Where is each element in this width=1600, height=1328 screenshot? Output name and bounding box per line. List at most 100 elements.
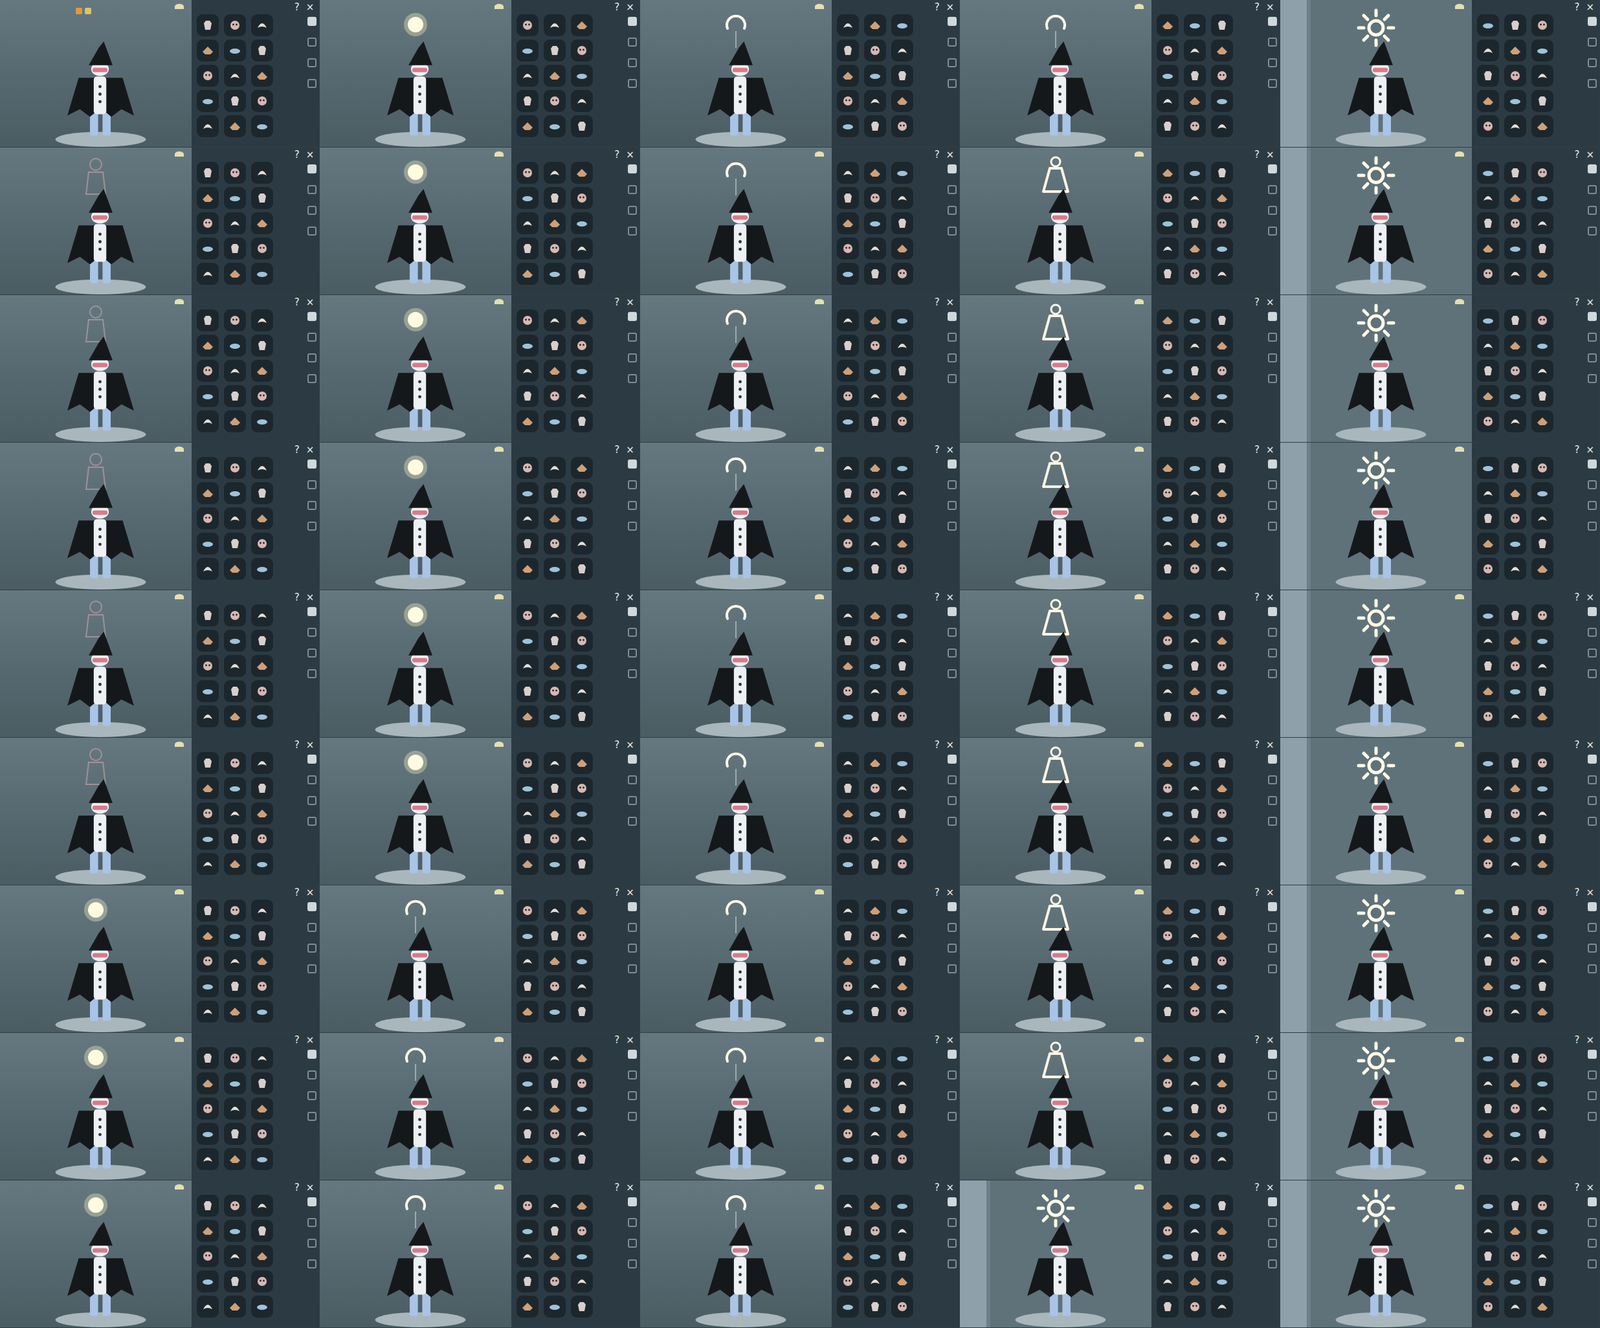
item-slot[interactable] xyxy=(516,1148,539,1171)
item-slot[interactable] xyxy=(251,924,274,947)
item-slot[interactable] xyxy=(1156,950,1179,973)
help-button[interactable]: ? xyxy=(1574,148,1580,162)
item-slot[interactable] xyxy=(570,262,593,285)
item-slot[interactable] xyxy=(864,385,887,408)
item-slot[interactable] xyxy=(1211,309,1234,332)
category-icon[interactable] xyxy=(1267,459,1278,469)
item-slot[interactable] xyxy=(223,64,246,87)
category-icon[interactable] xyxy=(627,1218,637,1228)
item-slot[interactable] xyxy=(1477,309,1500,332)
item-slot[interactable] xyxy=(1531,309,1554,332)
item-slot[interactable] xyxy=(891,777,914,800)
item-slot[interactable] xyxy=(543,237,566,260)
item-slot[interactable] xyxy=(516,89,539,112)
close-button[interactable]: × xyxy=(625,591,635,605)
item-slot[interactable] xyxy=(1531,1148,1554,1171)
item-slot[interactable] xyxy=(864,89,887,112)
item-slot[interactable] xyxy=(516,1295,539,1318)
item-slot[interactable] xyxy=(1156,1148,1179,1171)
close-button[interactable]: × xyxy=(625,739,635,753)
item-slot[interactable] xyxy=(864,482,887,505)
item-slot[interactable] xyxy=(1183,14,1206,37)
item-slot[interactable] xyxy=(1504,1122,1527,1145)
category-icon[interactable] xyxy=(1267,205,1278,215)
item-slot[interactable] xyxy=(570,1122,593,1145)
category-icon[interactable] xyxy=(947,78,957,89)
help-button[interactable]: ? xyxy=(294,296,300,310)
item-slot[interactable] xyxy=(516,1047,539,1070)
category-icon[interactable] xyxy=(627,332,637,342)
item-slot[interactable] xyxy=(196,1245,219,1268)
item-slot[interactable] xyxy=(543,1295,566,1318)
item-slot[interactable] xyxy=(836,309,859,332)
help-button[interactable]: ? xyxy=(1574,296,1580,310)
item-slot[interactable] xyxy=(570,1047,593,1070)
item-slot[interactable] xyxy=(251,604,274,627)
item-slot[interactable] xyxy=(570,1295,593,1318)
item-slot[interactable] xyxy=(1183,262,1206,285)
category-icon[interactable] xyxy=(1587,775,1597,785)
item-slot[interactable] xyxy=(1504,629,1527,652)
item-slot[interactable] xyxy=(836,975,859,998)
item-slot[interactable] xyxy=(1477,161,1500,184)
item-slot[interactable] xyxy=(1531,604,1554,627)
item-slot[interactable] xyxy=(1156,1000,1179,1023)
item-slot[interactable] xyxy=(891,456,914,479)
category-icon[interactable] xyxy=(1587,627,1597,637)
close-button[interactable]: × xyxy=(946,296,955,310)
item-slot[interactable] xyxy=(836,777,859,800)
item-slot[interactable] xyxy=(543,359,566,382)
category-icon[interactable] xyxy=(627,943,637,953)
item-slot[interactable] xyxy=(516,604,539,627)
item-slot[interactable] xyxy=(1531,1047,1554,1070)
item-slot[interactable] xyxy=(1183,802,1206,825)
item-slot[interactable] xyxy=(1183,507,1206,530)
item-slot[interactable] xyxy=(1531,975,1554,998)
item-slot[interactable] xyxy=(543,385,566,408)
item-slot[interactable] xyxy=(1183,1122,1206,1145)
category-icon[interactable] xyxy=(947,627,957,637)
item-slot[interactable] xyxy=(570,629,593,652)
item-slot[interactable] xyxy=(543,557,566,580)
item-slot[interactable] xyxy=(516,1220,539,1243)
category-icon[interactable] xyxy=(947,374,957,384)
item-slot[interactable] xyxy=(251,557,274,580)
item-slot[interactable] xyxy=(1504,705,1527,728)
item-slot[interactable] xyxy=(516,532,539,555)
close-button[interactable]: × xyxy=(625,1,635,15)
category-icon[interactable] xyxy=(1587,943,1597,953)
item-slot[interactable] xyxy=(864,777,887,800)
item-slot[interactable] xyxy=(251,629,274,652)
item-slot[interactable] xyxy=(223,187,246,210)
item-slot[interactable] xyxy=(1531,827,1554,850)
category-icon[interactable] xyxy=(947,16,957,26)
item-slot[interactable] xyxy=(1183,1047,1206,1070)
item-slot[interactable] xyxy=(836,359,859,382)
category-icon[interactable] xyxy=(947,353,957,363)
close-button[interactable]: × xyxy=(1585,886,1595,900)
close-button[interactable]: × xyxy=(625,886,635,900)
item-slot[interactable] xyxy=(1477,262,1500,285)
category-icon[interactable] xyxy=(947,669,957,679)
help-button[interactable]: ? xyxy=(294,1034,300,1048)
item-slot[interactable] xyxy=(836,604,859,627)
item-slot[interactable] xyxy=(1531,655,1554,678)
help-button[interactable]: ? xyxy=(614,591,620,605)
item-slot[interactable] xyxy=(864,1000,887,1023)
item-slot[interactable] xyxy=(516,309,539,332)
category-icon[interactable] xyxy=(307,754,317,764)
category-icon[interactable] xyxy=(627,480,637,490)
close-button[interactable]: × xyxy=(306,1034,315,1048)
item-slot[interactable] xyxy=(1477,64,1500,87)
category-icon[interactable] xyxy=(1267,607,1278,617)
category-icon[interactable] xyxy=(1587,226,1597,236)
item-slot[interactable] xyxy=(891,1122,914,1145)
item-slot[interactable] xyxy=(1477,532,1500,555)
item-slot[interactable] xyxy=(516,899,539,922)
category-icon[interactable] xyxy=(1587,1070,1597,1080)
item-slot[interactable] xyxy=(1477,629,1500,652)
item-slot[interactable] xyxy=(251,975,274,998)
item-slot[interactable] xyxy=(251,1270,274,1293)
item-slot[interactable] xyxy=(516,1122,539,1145)
item-slot[interactable] xyxy=(251,1072,274,1095)
